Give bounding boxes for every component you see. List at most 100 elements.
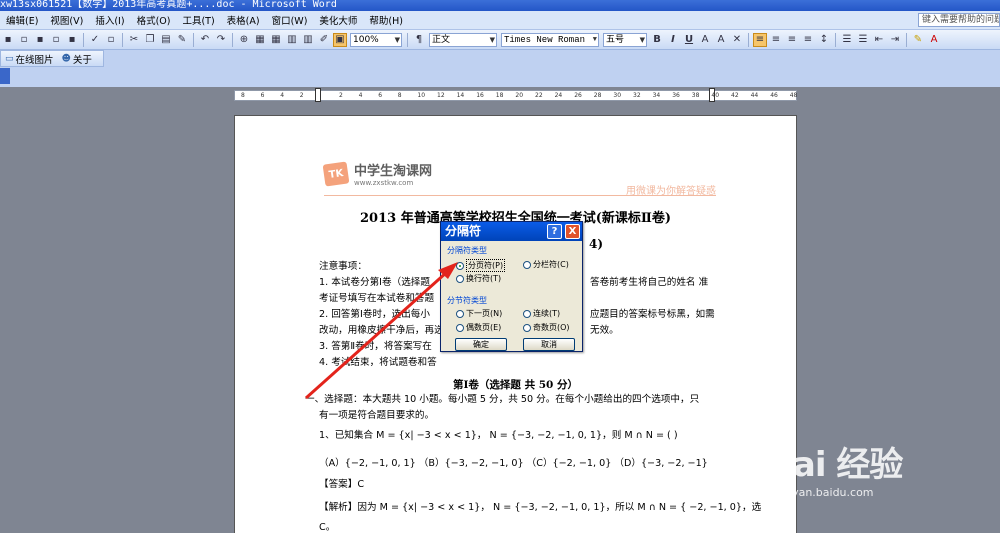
logo-title: 中学生淘课网 <box>354 164 433 179</box>
continuous-radio[interactable]: 连续(T) <box>523 308 560 319</box>
text-wrapping-break-radio[interactable]: 换行符(T) <box>456 273 501 284</box>
save-icon[interactable]: ▫ <box>17 33 31 47</box>
question-1: 1、已知集合 M = {x| −3 < x < 1}， N = {−3, −2,… <box>319 430 678 441</box>
ruler-tick: 22 <box>535 92 543 99</box>
menu-table[interactable]: 表格(A) <box>221 13 266 27</box>
toolbar-separator <box>193 32 194 47</box>
radio-icon <box>523 309 531 318</box>
break-dialog: 分隔符 ? X 分隔符类型 分页符(P) 分栏符(C) 换行符(T) 分节符类型… <box>440 221 583 352</box>
cut-icon[interactable]: ✂ <box>127 33 141 47</box>
spelling-icon[interactable]: ✓ <box>88 33 102 47</box>
column-break-radio[interactable]: 分栏符(C) <box>523 259 569 270</box>
note-line: 3. 答第Ⅱ卷时，将答案写在 <box>319 341 432 352</box>
italic-button[interactable]: I <box>666 33 680 47</box>
font-color-icon[interactable]: A <box>927 33 941 47</box>
research-icon[interactable]: ▫ <box>104 33 118 47</box>
decrease-indent-icon[interactable]: ⇤ <box>872 33 886 47</box>
redo-icon[interactable]: ↷ <box>214 33 228 47</box>
ruler-tick: 8 <box>241 92 245 99</box>
align-center-icon[interactable]: ≡ <box>769 33 783 47</box>
menu-insert[interactable]: 插入(I) <box>89 13 130 27</box>
undo-icon[interactable]: ↶ <box>198 33 212 47</box>
radio-icon <box>456 323 464 332</box>
note-line: 2. 回答第Ⅰ卷时，选出每小 <box>319 309 430 320</box>
dialog-title-bar: 分隔符 ? X <box>441 222 582 241</box>
logo-mark: TK <box>322 160 350 187</box>
numbering-icon[interactable]: ☰ <box>840 33 854 47</box>
help-search-input[interactable]: 键入需要帮助的问题 <box>918 13 1000 27</box>
paste-icon[interactable]: ▤ <box>159 33 173 47</box>
char-scale-icon[interactable]: ✕ <box>730 33 744 47</box>
note-line: 应题目的答案标号标黑，如需 <box>590 309 715 320</box>
next-page-radio[interactable]: 下一页(N) <box>456 308 502 319</box>
justify-icon[interactable]: ≡ <box>801 33 815 47</box>
cancel-button[interactable]: 取消 <box>523 338 575 351</box>
font-size-select[interactable]: 五号 ▼ <box>603 32 647 47</box>
menu-edit[interactable]: 编辑(E) <box>0 13 44 27</box>
online-picture-button[interactable]: ▭ 在线图片 <box>1 52 58 66</box>
bullets-icon[interactable]: ☰ <box>856 33 870 47</box>
watermark-url: jingyan.baidu.com <box>772 486 874 499</box>
document-map-icon[interactable]: ▣ <box>333 32 347 47</box>
line-spacing-icon[interactable]: ↕ <box>817 33 831 47</box>
menu-view[interactable]: 视图(V) <box>44 13 89 27</box>
permission-icon[interactable]: ▪ <box>33 33 47 47</box>
ruler-tick: 24 <box>554 92 563 99</box>
style-select[interactable]: 正文 ▼ <box>429 32 497 47</box>
section-intro: 一、选择题：本大题共 10 小题。每小题 5 分，共 50 分。在每个小题给出的… <box>305 394 700 405</box>
help-button[interactable]: ? <box>547 224 562 239</box>
close-button[interactable]: X <box>565 224 580 239</box>
ruler-tick: 30 <box>613 92 622 99</box>
print-icon[interactable]: ▫ <box>49 33 63 47</box>
toolbar-separator <box>835 32 836 47</box>
task-pane-handle[interactable] <box>0 68 10 84</box>
columns-icon[interactable]: ▥ <box>301 33 315 47</box>
page-break-radio[interactable]: 分页符(P) <box>456 259 506 272</box>
insert-table-icon[interactable]: ▦ <box>269 33 283 47</box>
menu-window[interactable]: 窗口(W) <box>266 13 314 27</box>
chevron-down-icon: ▼ <box>592 35 597 44</box>
char-shading-icon[interactable]: A <box>714 33 728 47</box>
format-painter-icon[interactable]: ✎ <box>175 33 189 47</box>
toolbar-separator <box>906 32 907 47</box>
increase-indent-icon[interactable]: ⇥ <box>888 33 902 47</box>
menu-format[interactable]: 格式(O) <box>131 13 177 27</box>
align-right-icon[interactable]: ≡ <box>785 33 799 47</box>
note-line: 考证号填写在本试卷和答题 <box>319 293 435 304</box>
styles-icon[interactable]: ¶ <box>412 33 426 47</box>
char-border-icon[interactable]: A <box>698 33 712 47</box>
even-page-radio[interactable]: 偶数页(E) <box>456 322 501 333</box>
highlight-icon[interactable]: ✎ <box>911 33 925 47</box>
menu-help[interactable]: 帮助(H) <box>363 13 409 27</box>
picture-icon: ▭ <box>5 53 14 64</box>
horizontal-ruler[interactable]: 8 6 4 2 2 4 6 8 10 12 14 16 18 20 22 24 26 28 30 32 34 36 38 40… <box>234 88 797 102</box>
indent-marker[interactable] <box>315 88 321 102</box>
online-picture-label: 在线图片 <box>15 54 54 66</box>
menu-tools[interactable]: 工具(T) <box>176 13 220 27</box>
insert-excel-icon[interactable]: ▥ <box>285 33 299 47</box>
drawing-icon[interactable]: ✐ <box>317 33 331 47</box>
copy-icon[interactable]: ❐ <box>143 33 157 47</box>
ruler-tick: 2 <box>299 92 304 99</box>
hyperlink-icon[interactable]: ⊕ <box>237 33 251 47</box>
underline-button[interactable]: U <box>682 33 696 47</box>
ruler-tick: 26 <box>574 92 582 99</box>
ruler-tick: 42 <box>731 92 739 99</box>
menu-beautify[interactable]: 美化大师 <box>313 13 363 27</box>
font-select[interactable]: Times New Roman ▼ <box>501 32 599 47</box>
toolbar-separator <box>748 32 749 47</box>
tables-borders-icon[interactable]: ▦ <box>253 33 267 47</box>
analysis-line: C。 <box>319 522 336 533</box>
bold-button[interactable]: B <box>650 33 664 47</box>
open-icon[interactable]: ▪ <box>1 33 15 47</box>
zoom-select[interactable]: 100% ▼ <box>350 32 402 47</box>
answer-line: 【答案】C <box>319 479 365 490</box>
header-rule <box>324 195 716 196</box>
print-preview-icon[interactable]: ▪ <box>65 33 79 47</box>
ruler-tick: 14 <box>456 92 465 99</box>
odd-page-radio[interactable]: 奇数页(O) <box>523 322 570 333</box>
ok-button[interactable]: 确定 <box>455 338 507 351</box>
even-page-label: 偶数页(E) <box>466 323 502 332</box>
align-left-icon[interactable]: ≡ <box>753 32 767 47</box>
about-button[interactable]: ☻ 关于 <box>58 52 96 66</box>
